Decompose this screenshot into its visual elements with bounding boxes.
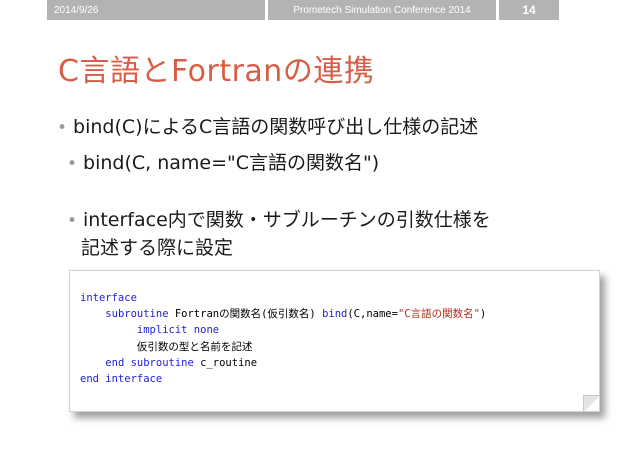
code-keyword: subroutine [105,308,169,320]
bullet-text: bind(C)によるC言語の関数呼び出し仕様の記述 [73,116,479,138]
bullet-bind-c: • bind(C)によるC言語の関数呼び出し仕様の記述 [57,112,478,139]
code-text: (C,name= [347,308,398,320]
code-string: "C言語の関数名" [397,308,480,320]
page-number: 14 [499,0,559,20]
code-line-implicit-none: implicit none [80,324,219,337]
code-snippet-box: interface subroutine Fortranの関数名(仮引数名) b… [69,270,600,412]
code-keyword: implicit none [136,324,220,336]
bullet-marker: • [67,154,78,174]
slide-title: C言語とFortranの連携 [58,54,375,89]
code-text: Fortranの関数名(仮引数名) [168,308,323,320]
bullet-text: interface内で関数・サブルーチンの引数仕様を [83,209,491,231]
bullet-marker: • [67,211,78,231]
code-line-end-interface: end interface [80,373,162,386]
code-text: ) [479,308,487,320]
code-text: 仮引数の型と名前を記述 [136,341,253,353]
code-line-interface: interface [80,292,137,305]
code-text: c_routine [193,357,258,369]
header-date: 2014/9/26 [47,0,265,20]
page-curl-corner [583,395,599,411]
code-keyword: end interface [80,373,163,385]
code-line-subroutine: subroutine Fortranの関数名(仮引数名) bind(C,name… [80,308,486,321]
sub-bullet-interface-continued: 記述する際に設定 [81,237,234,259]
code-keyword: bind [322,308,348,320]
sub-bullet-bind-name: • bind(C, name="C言語の関数名") [67,148,379,175]
sub-bullet-interface: • interface内で関数・サブルーチンの引数仕様を [67,205,491,232]
code-line-end-subroutine: end subroutine c_routine [80,357,257,370]
bullet-text: bind(C, name="C言語の関数名") [83,152,380,174]
bullet-marker: • [57,118,68,138]
code-keyword: end subroutine [105,357,194,369]
header-conference: Prometech Simulation Conference 2014 [268,0,496,20]
code-line-comment: 仮引数の型と名前を記述 [80,341,253,354]
code-keyword: interface [80,292,137,304]
